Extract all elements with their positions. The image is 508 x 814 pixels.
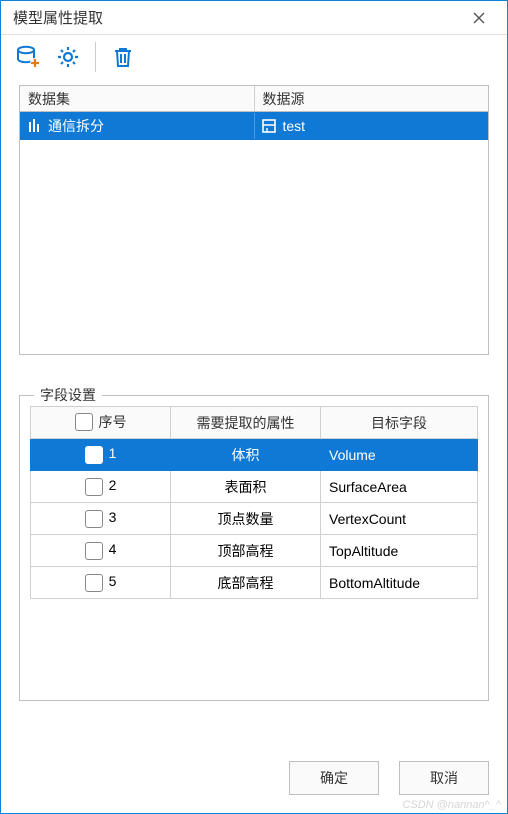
source-cell: test: [255, 114, 489, 138]
cancel-button[interactable]: 取消: [399, 761, 489, 795]
field-attr-cell: 顶点数量: [171, 503, 321, 535]
watermark: CSDN @nannan^_^: [402, 799, 501, 811]
datasource-header: 数据集 数据源: [20, 86, 488, 112]
row-index: 2: [109, 477, 117, 493]
field-target-cell: BottomAltitude: [321, 567, 478, 599]
toolbar: [1, 35, 507, 79]
row-index: 5: [109, 573, 117, 589]
field-index-cell: 2: [31, 471, 171, 503]
row-checkbox[interactable]: [85, 478, 103, 496]
datasource-table: 数据集 数据源 通信拆分 test: [19, 85, 489, 355]
ok-button[interactable]: 确定: [289, 761, 379, 795]
window-title: 模型属性提取: [13, 7, 459, 28]
row-checkbox[interactable]: [85, 510, 103, 528]
field-row[interactable]: 4 顶部高程TopAltitude: [31, 535, 478, 567]
titlebar: 模型属性提取: [1, 1, 507, 35]
dialog-window: 模型属性提取: [0, 0, 508, 814]
database-plus-icon: [15, 44, 41, 70]
field-row[interactable]: 3 顶点数量VertexCount: [31, 503, 478, 535]
row-checkbox[interactable]: [85, 446, 103, 464]
row-checkbox[interactable]: [85, 542, 103, 560]
dataset-cell: 通信拆分: [20, 113, 255, 139]
row-index: 4: [109, 541, 117, 557]
field-row[interactable]: 5 底部高程BottomAltitude: [31, 567, 478, 599]
field-attr-cell: 体积: [171, 439, 321, 471]
row-index: 3: [109, 509, 117, 525]
close-icon: [473, 12, 485, 24]
field-target-cell: TopAltitude: [321, 535, 478, 567]
header-dataset: 数据集: [20, 86, 255, 111]
gear-icon: [55, 44, 81, 70]
field-settings-group: 字段设置 序号 需要提取的属性 目标字段 1体积Volu: [19, 395, 489, 701]
toolbar-divider: [95, 42, 96, 72]
close-button[interactable]: [459, 3, 499, 33]
row-index: 1: [109, 445, 117, 461]
row-checkbox[interactable]: [85, 574, 103, 592]
field-table: 序号 需要提取的属性 目标字段 1 体积Volume 2 表面积SurfaceArea…: [30, 406, 478, 599]
field-index-cell: 5: [31, 567, 171, 599]
field-attr-cell: 底部高程: [171, 567, 321, 599]
delete-button[interactable]: [108, 42, 138, 72]
datasource-panel: 数据集 数据源 通信拆分 test: [19, 85, 489, 355]
field-attr-cell: 表面积: [171, 471, 321, 503]
header-index-label: 序号: [99, 412, 127, 432]
dataset-icon: [26, 117, 44, 135]
source-name: test: [283, 118, 306, 134]
field-attr-cell: 顶部高程: [171, 535, 321, 567]
datasource-icon: [261, 117, 279, 135]
trash-icon: [111, 44, 135, 70]
field-row[interactable]: 2 表面积SurfaceArea: [31, 471, 478, 503]
field-target-cell: VertexCount: [321, 503, 478, 535]
dataset-name: 通信拆分: [48, 116, 104, 136]
datasource-row[interactable]: 通信拆分 test: [20, 112, 488, 140]
field-index-cell: 3: [31, 503, 171, 535]
field-target-cell: Volume: [321, 439, 478, 471]
field-target-cell: SurfaceArea: [321, 471, 478, 503]
header-attr[interactable]: 需要提取的属性: [171, 407, 321, 439]
add-datasource-button[interactable]: [13, 42, 43, 72]
button-bar: 确定 取消: [289, 761, 489, 795]
field-row[interactable]: 1 体积Volume: [31, 439, 478, 471]
header-index[interactable]: 序号: [31, 407, 171, 439]
header-target[interactable]: 目标字段: [321, 407, 478, 439]
field-header-row: 序号 需要提取的属性 目标字段: [31, 407, 478, 439]
field-index-cell: 1: [31, 439, 171, 471]
field-index-cell: 4: [31, 535, 171, 567]
settings-button[interactable]: [53, 42, 83, 72]
fieldset-legend: 字段设置: [34, 385, 102, 405]
header-source: 数据源: [255, 86, 489, 111]
select-all-checkbox[interactable]: [75, 413, 93, 431]
